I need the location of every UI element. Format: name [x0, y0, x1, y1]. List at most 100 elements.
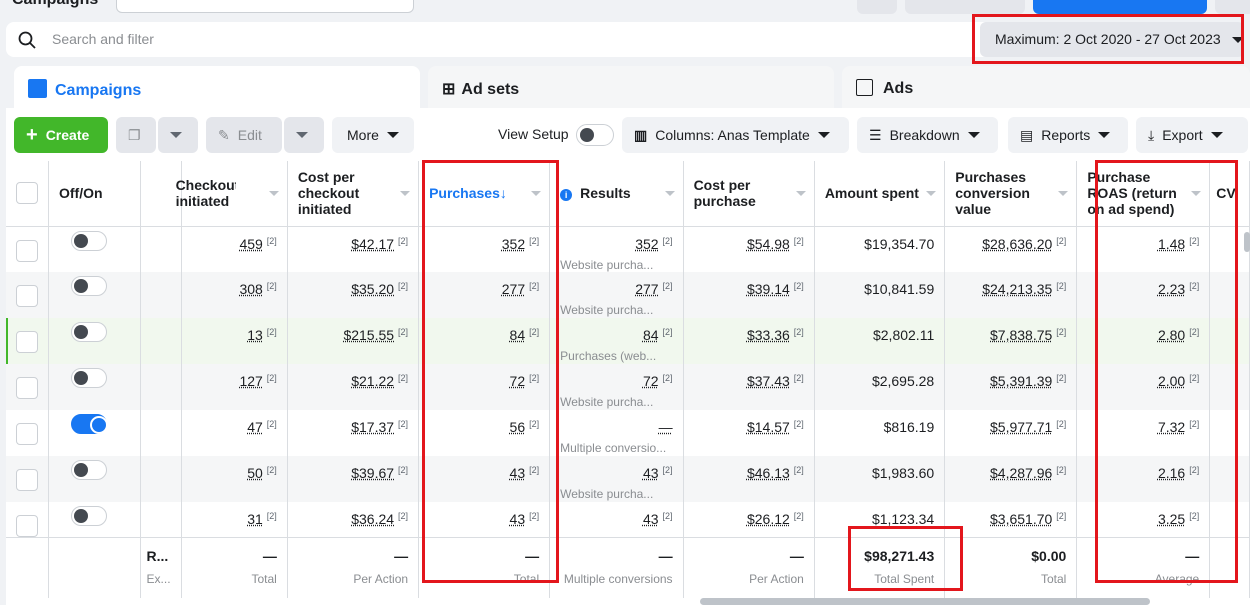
cell-results[interactable]: 352 [2] Website purcha... — [549, 226, 684, 272]
breakdown-button[interactable]: ☰ Breakdown — [857, 117, 998, 153]
cell-cpp[interactable]: $37.43 [2] — [683, 364, 815, 410]
table-row[interactable]: 459 [2] $42.17 [2] 352 [2] 352 [2] Website purch… — [6, 226, 1250, 272]
refresh-button[interactable] — [857, 0, 897, 14]
vertical-scrollbar[interactable] — [1244, 232, 1250, 252]
cell-value[interactable]: $35.20 — [351, 281, 394, 297]
cell-value[interactable]: 308 — [239, 281, 262, 297]
cell-checkouts[interactable]: 31 [2] — [181, 502, 288, 538]
table-row[interactable]: 13 [2] $215.55 [2] 84 [2] 84 [2] Purchases (web.… — [6, 318, 1250, 364]
cell-value[interactable]: $54.98 — [747, 236, 790, 252]
cell-value[interactable]: 84 — [643, 327, 659, 343]
table-row[interactable]: 50 [2] $39.67 [2] 43 [2] 43 [2] Website purcha..… — [6, 456, 1250, 502]
cell-value[interactable]: $28,636.20 [2] — [944, 226, 1078, 272]
cell-value[interactable]: 47 — [247, 419, 263, 435]
cell-cpp[interactable]: $26.12 [2] — [683, 502, 815, 538]
edit-dropdown[interactable] — [284, 117, 324, 153]
discard-button[interactable] — [905, 0, 1025, 14]
cell-value[interactable]: 13 — [247, 327, 263, 343]
cell-value[interactable]: 459 — [239, 236, 262, 252]
edit-button[interactable]: ✎ Edit — [206, 117, 282, 153]
cell-value[interactable]: $24,213.35 — [982, 281, 1052, 297]
col-conversion-value[interactable]: Purchases conversion value — [944, 161, 1078, 227]
cell-results[interactable]: 277 [2] Website purcha... — [549, 272, 684, 318]
create-button[interactable]: + Create — [14, 117, 108, 153]
cell-value[interactable]: $46.13 — [747, 465, 790, 481]
tab-ad-sets[interactable]: ⊞ Ad sets — [428, 66, 834, 112]
cell-value[interactable]: $39.14 — [747, 281, 790, 297]
duplicate-dropdown[interactable] — [158, 117, 198, 153]
cell-value[interactable]: 277 — [635, 281, 658, 297]
campaign-name-input[interactable] — [116, 0, 414, 13]
cell-value[interactable]: 43 — [643, 511, 659, 527]
table-row[interactable]: 127 [2] $21.22 [2] 72 [2] 72 [2] Website purcha.… — [6, 364, 1250, 410]
view-setup-toggle[interactable] — [576, 124, 614, 146]
cell-campaign-name[interactable] — [140, 456, 182, 502]
cell-value[interactable]: $24,213.35 [2] — [944, 272, 1078, 318]
campaign-toggle[interactable] — [71, 414, 108, 434]
row-checkbox[interactable] — [16, 331, 38, 353]
cell-cpc[interactable]: $21.22 [2] — [287, 364, 420, 410]
cell-value[interactable]: 127 — [239, 373, 262, 389]
cell-value[interactable]: — — [659, 419, 673, 435]
cell-value[interactable]: 31 — [247, 511, 263, 527]
row-checkbox[interactable] — [16, 377, 38, 399]
cell-value[interactable]: $4,287.96 [2] — [944, 456, 1078, 502]
row-checkbox[interactable] — [16, 423, 38, 445]
cell-cpp[interactable]: $54.98 [2] — [683, 226, 815, 272]
cell-cpp[interactable]: $14.57 [2] — [683, 410, 815, 456]
publish-button[interactable] — [1033, 0, 1207, 14]
cell-value[interactable]: $33.36 — [747, 327, 790, 343]
cell-value[interactable]: $26.12 — [747, 511, 790, 527]
row-checkbox[interactable] — [16, 515, 38, 537]
reports-button[interactable]: ▤ Reports — [1008, 117, 1128, 153]
col-amount-spent[interactable]: Amount spent — [814, 161, 946, 227]
cell-checkouts[interactable]: 47 [2] — [181, 410, 288, 456]
col-checkouts[interactable]: Checkouts initiated — [176, 161, 288, 227]
cell-checkouts[interactable]: 13 [2] — [181, 318, 288, 364]
campaign-toggle[interactable] — [71, 368, 107, 388]
cell-value[interactable]: $5,977.71 — [990, 419, 1052, 435]
more-button[interactable]: More — [332, 117, 414, 153]
export-button[interactable]: ⤓ Export — [1136, 117, 1248, 153]
cell-value[interactable]: $17.37 — [351, 419, 394, 435]
cell-cpp[interactable]: $33.36 [2] — [683, 318, 815, 364]
cell-campaign-name[interactable] — [140, 502, 182, 538]
cell-campaign-name[interactable] — [140, 226, 182, 272]
cell-campaign-name[interactable] — [140, 364, 182, 410]
cell-value[interactable]: 50 — [247, 465, 263, 481]
cell-cpc[interactable]: $17.37 [2] — [287, 410, 420, 456]
cell-value[interactable]: $3,651.70 [2] — [944, 502, 1078, 538]
cell-checkouts[interactable]: 459 [2] — [181, 226, 288, 272]
cell-cpc[interactable]: $35.20 [2] — [287, 272, 420, 318]
cell-cpc[interactable]: $39.67 [2] — [287, 456, 420, 502]
cell-value[interactable]: $7,838.75 — [990, 327, 1052, 343]
cell-checkouts[interactable]: 308 [2] — [181, 272, 288, 318]
cell-value[interactable]: 352 — [635, 236, 658, 252]
table-row[interactable]: 308 [2] $35.20 [2] 277 [2] 277 [2] Website purch… — [6, 272, 1250, 318]
cell-checkouts[interactable]: 50 [2] — [181, 456, 288, 502]
row-checkbox[interactable] — [16, 239, 38, 262]
cell-value[interactable]: $5,391.39 [2] — [944, 364, 1078, 410]
cell-results[interactable]: — Multiple conversio... — [549, 410, 684, 456]
cell-value[interactable]: $14.57 — [747, 419, 790, 435]
campaign-toggle[interactable] — [71, 230, 107, 251]
horizontal-scrollbar[interactable] — [700, 598, 1150, 605]
cell-cpc[interactable]: $215.55 [2] — [287, 318, 420, 364]
cell-value[interactable]: $37.43 — [747, 373, 790, 389]
cell-results[interactable]: 43 [2] — [549, 502, 684, 538]
cell-checkouts[interactable]: 127 [2] — [181, 364, 288, 410]
cell-value[interactable]: $7,838.75 [2] — [944, 318, 1078, 364]
cell-value[interactable]: $3,651.70 — [990, 511, 1052, 527]
cell-value[interactable]: 43 — [643, 465, 659, 481]
cell-value[interactable]: $42.17 — [351, 236, 394, 252]
duplicate-button[interactable]: ❐ — [116, 117, 156, 153]
cell-value[interactable]: $5,977.71 [2] — [944, 410, 1078, 456]
row-checkbox[interactable] — [16, 469, 38, 491]
cell-results[interactable]: 43 [2] Website purcha... — [549, 456, 684, 502]
table-row[interactable]: 47 [2] $17.37 [2] 56 [2] — Multiple conversio..… — [6, 410, 1250, 456]
cell-results[interactable]: 72 [2] Website purcha... — [549, 364, 684, 410]
cell-results[interactable]: 84 [2] Purchases (web... — [549, 318, 684, 364]
cell-value[interactable]: $4,287.96 — [990, 465, 1052, 481]
cell-value[interactable]: $36.24 — [351, 511, 394, 527]
cell-value[interactable]: $21.22 — [351, 373, 394, 389]
